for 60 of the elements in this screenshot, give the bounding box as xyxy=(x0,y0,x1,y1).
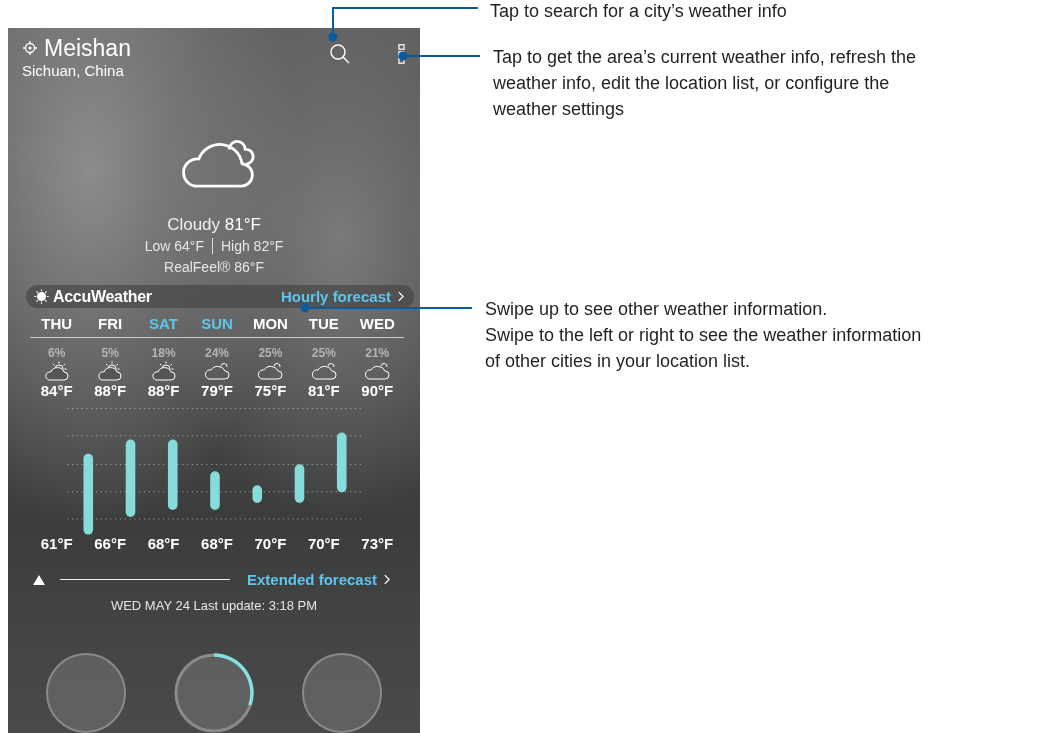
partly-sunny-icon xyxy=(150,360,177,383)
high-temperature: 84°F xyxy=(39,382,74,400)
low-temperature: 70°F xyxy=(253,535,288,552)
precipitation-chance: 24% xyxy=(203,346,230,361)
cloud-icon xyxy=(204,360,230,383)
annotation-text: weather settings xyxy=(493,98,626,121)
provider-name: AccuWeather xyxy=(53,287,153,306)
realfeel-temperature: RealFeel® 86°F xyxy=(163,258,265,275)
day-label: SUN xyxy=(200,315,234,333)
region-name: Sichuan, China xyxy=(22,62,125,79)
search-icon[interactable] xyxy=(328,42,352,66)
precipitation-chance: 6% xyxy=(47,346,67,361)
partly-sunny-icon xyxy=(97,360,124,383)
partly-sunny-icon xyxy=(43,360,70,383)
low-temperature: Low 64°F xyxy=(144,237,204,254)
precipitation-chance: 18% xyxy=(150,346,177,361)
menu-icon[interactable] xyxy=(398,44,405,64)
cloud-icon xyxy=(257,360,284,383)
low-temperature: 68°F xyxy=(146,535,181,552)
annotation-text: Tap to search for a city’s weather info xyxy=(490,0,787,23)
high-temperature: 79°F xyxy=(200,382,234,400)
annotation-text: Swipe up to see other weather information. xyxy=(485,298,829,321)
low-temperature: 73°F xyxy=(360,535,395,552)
extended-forecast-link[interactable]: Extended forecast xyxy=(244,571,377,588)
cloud-icon xyxy=(310,360,337,383)
day-label: SAT xyxy=(148,315,179,333)
precipitation-chance: 21% xyxy=(364,346,391,361)
day-label: MON xyxy=(251,315,289,333)
high-temperature: High 82°F xyxy=(220,237,284,254)
precipitation-chance: 25% xyxy=(257,346,284,361)
high-temperature: 90°F xyxy=(360,382,395,400)
precipitation-chance: 25% xyxy=(310,346,337,361)
city-name: Meishan xyxy=(44,34,131,62)
day-label: TUE xyxy=(307,315,340,333)
low-temperature: 70°F xyxy=(306,535,341,552)
hourly-forecast-link[interactable]: Hourly forecast xyxy=(280,288,391,306)
low-temperature: 61°F xyxy=(39,535,74,552)
chevron-right-icon xyxy=(383,574,390,585)
sun-icon xyxy=(34,289,49,305)
location-icon xyxy=(22,40,38,56)
high-temperature: 88°F xyxy=(93,382,128,400)
annotation-text: of other cities in your location list. xyxy=(485,350,752,373)
triangle-up-icon[interactable] xyxy=(32,573,46,586)
high-temperature: 75°F xyxy=(253,382,288,400)
low-temperature: 68°F xyxy=(200,535,234,552)
current-condition: Cloudy 81°F xyxy=(166,214,262,235)
high-temperature: 88°F xyxy=(146,382,181,400)
last-update-text: WED MAY 24 Last update: 3:18 PM xyxy=(109,598,319,613)
precipitation-chance: 5% xyxy=(100,346,120,361)
high-temperature: 81°F xyxy=(306,382,341,400)
annotation-text: Swipe to the left or right to see the weather information xyxy=(485,324,922,347)
day-label: FRI xyxy=(97,315,124,333)
chevron-right-icon xyxy=(397,291,404,303)
day-label: WED xyxy=(358,315,396,333)
day-label: THU xyxy=(40,315,74,333)
annotation-text: Tap to get the area’s current weather info, refresh the xyxy=(493,46,916,69)
annotation-text: weather info, edit the location list, or configure the xyxy=(493,72,891,95)
gauge-circle[interactable] xyxy=(174,653,254,733)
cloud-icon xyxy=(364,360,391,383)
low-temperature: 66°F xyxy=(93,535,128,552)
